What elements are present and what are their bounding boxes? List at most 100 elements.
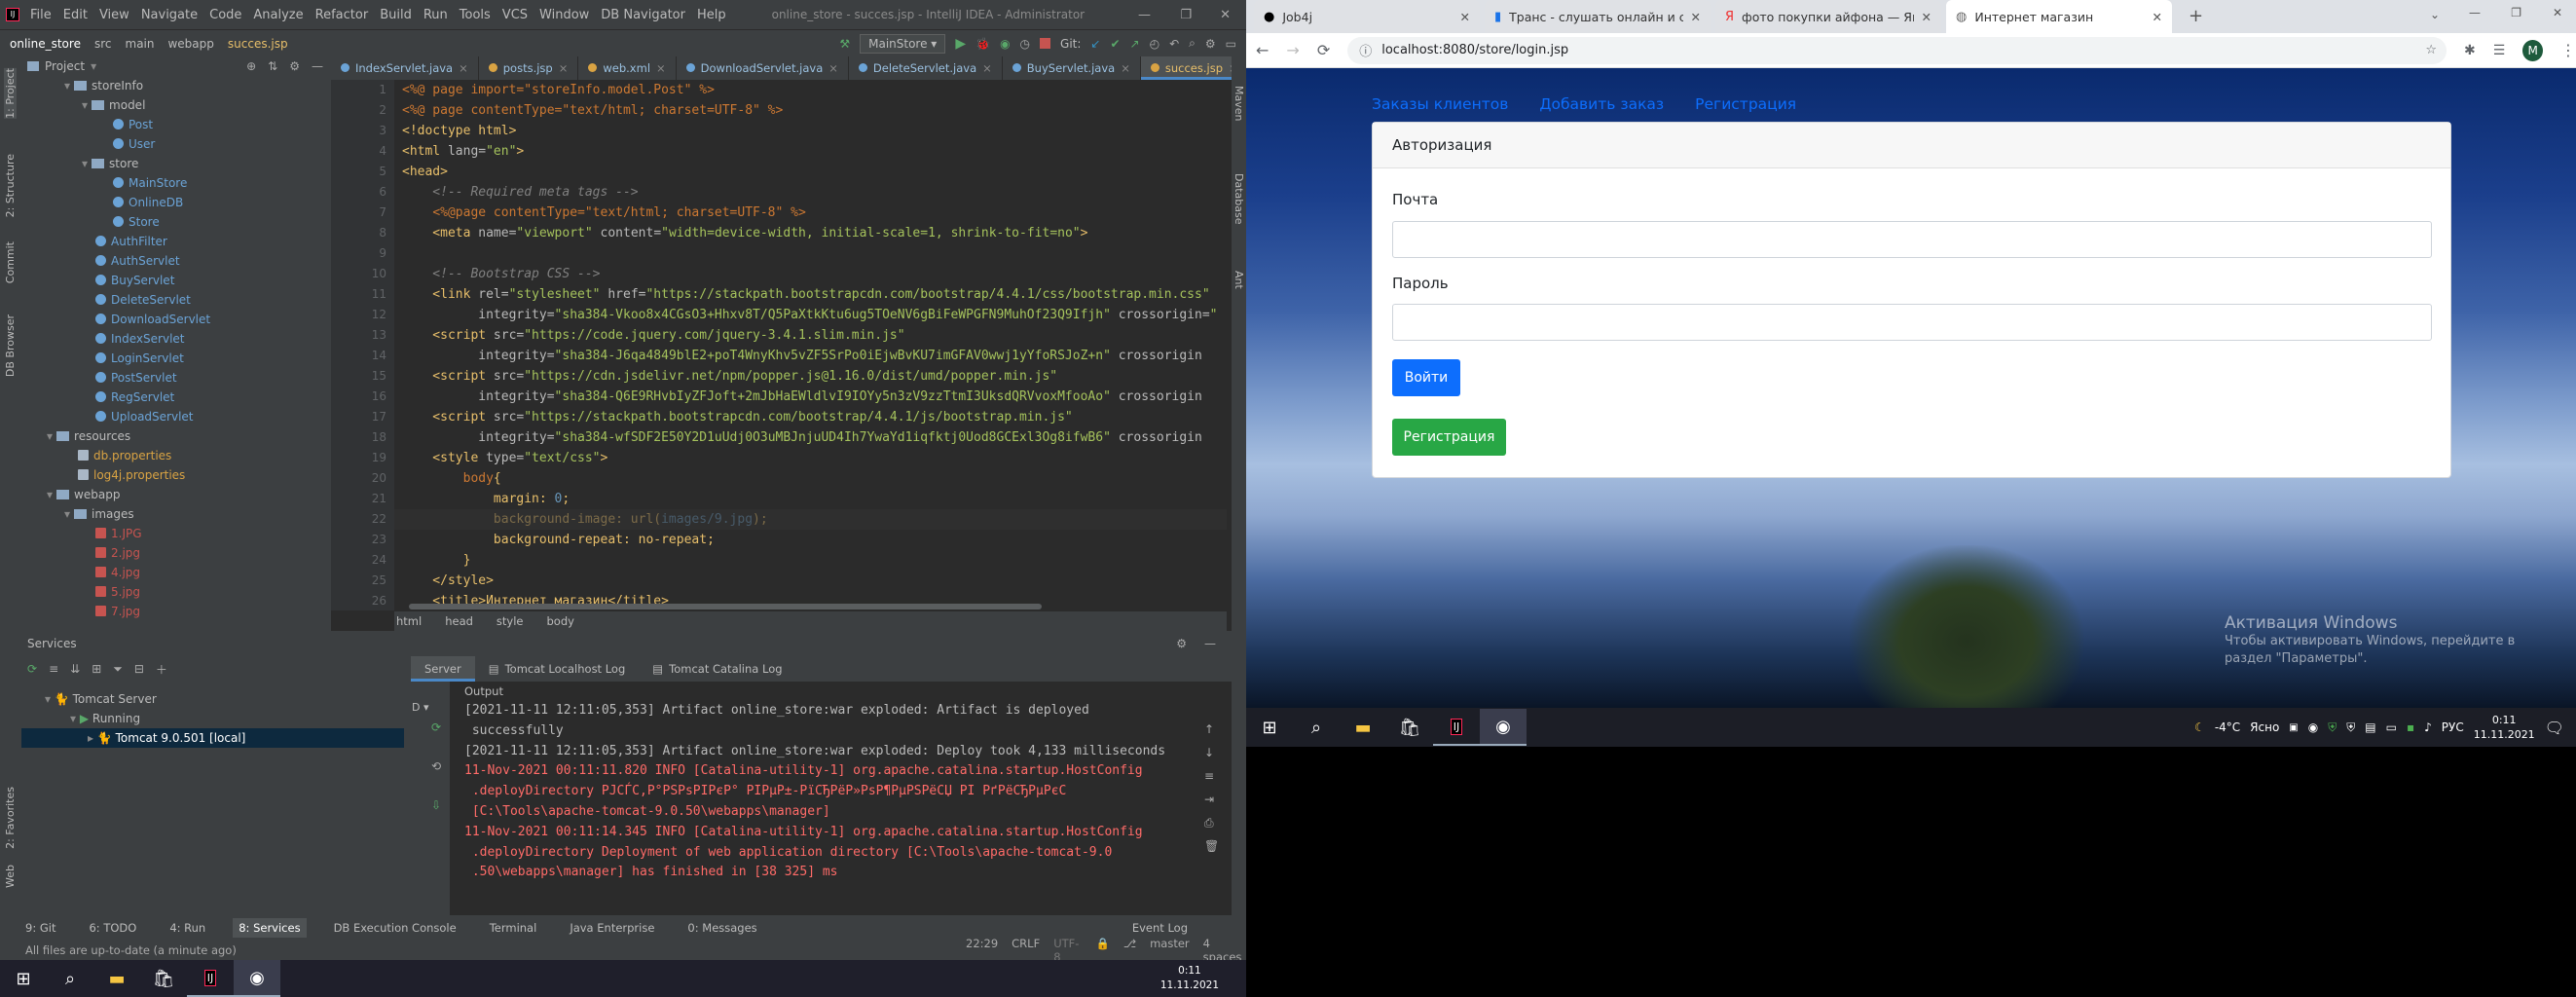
menu-help[interactable]: Help [697,8,726,22]
browser-tab[interactable]: ◍ Интернет магазин ✕ [1946,0,2172,33]
scroll-up-icon[interactable]: ↑ [1204,722,1214,736]
explorer-icon[interactable]: ▬ [93,960,140,997]
stripe-favorites[interactable]: 2: Favorites [4,787,17,849]
nav-orders-link[interactable]: Заказы клиентов [1372,95,1508,113]
code-editor[interactable]: <%@ page import="storeInfo.model.Post" %… [394,80,1227,610]
tray-security-icon[interactable]: ⛨ [2346,720,2355,735]
chrome-icon[interactable]: ◉ [234,960,280,997]
stripe-db-browser[interactable]: DB Browser [4,314,17,377]
refresh-icon[interactable]: ⟳ [27,662,37,676]
tree-item[interactable]: AuthFilter [82,232,167,251]
editor-tab[interactable]: succes.jsp× [1140,56,1232,80]
services-gear-icon[interactable]: ⚙ [1176,637,1187,650]
editor-tab[interactable]: DeleteServlet.java × [849,56,1003,80]
menu-refactor[interactable]: Refactor [315,8,369,22]
console-output[interactable]: [2021-11-11 12:11:05,353] Artifact onlin… [450,701,1185,912]
maximize-icon[interactable]: ❐ [1180,8,1192,22]
tree-item[interactable]: ▾ storeInfo [64,76,143,95]
tool-tab[interactable]: DB Execution Console [328,918,462,938]
chevron-down-icon[interactable]: ▾ [82,98,88,112]
debug-icon[interactable]: 🐞 [975,37,990,51]
code-breadcrumb-item[interactable]: body [547,614,574,628]
tree-item[interactable]: BuyServlet [82,271,174,290]
new-tab-icon[interactable]: + [2189,6,2203,26]
tab-close-icon[interactable]: × [982,61,992,75]
run-icon[interactable]: ▶ [955,36,966,52]
search-icon[interactable]: ⌕ [1293,709,1340,746]
tree-item[interactable]: ▾ store [82,154,138,173]
close-icon[interactable]: ✕ [1220,8,1231,22]
tree-tomcat-instance[interactable]: ▸ 🐈 Tomcat 9.0.501 [local] [21,728,411,748]
breadcrumb-item[interactable]: src [94,37,112,51]
group-icon[interactable]: ⊞ [92,662,101,676]
tab-close-icon[interactable]: ✕ [1460,10,1470,24]
tree-item[interactable]: Post [99,115,153,134]
tool-tab[interactable]: 8: Services [233,918,307,938]
tree-item[interactable]: UploadServlet [82,407,194,426]
chrome-icon[interactable]: ◉ [1480,709,1527,746]
tree-item[interactable]: OnlineDB [99,193,183,212]
login-button[interactable]: Войти [1392,359,1460,396]
tool-tab[interactable]: 9: Git [19,918,61,938]
tool-tab[interactable]: 4: Run [164,918,211,938]
store-icon[interactable]: 🛍 [1386,709,1433,746]
menu-tools[interactable]: Tools [460,8,491,22]
locate-icon[interactable]: ⊕ [246,59,256,73]
chevron-down-icon[interactable]: ▾ [64,507,70,521]
minimize-icon[interactable]: — [1138,8,1151,22]
chevron-down-icon[interactable]: ▾ [47,488,53,501]
tree-item[interactable]: ▾ webapp [47,485,120,504]
gear-icon[interactable]: ⚙ [289,59,300,73]
explorer-icon[interactable]: ▬ [1340,709,1386,746]
menu-db-navigator[interactable]: DB Navigator [601,8,685,22]
clear-icon[interactable]: 🗑 [1204,839,1219,853]
collapse-icon[interactable]: ⇅ [268,59,277,73]
menu-analyze[interactable]: Analyze [253,8,303,22]
coverage-icon[interactable]: ◉ [1000,37,1010,51]
tool-tab[interactable]: Terminal [484,918,543,938]
tab-close-icon[interactable]: × [559,61,569,75]
start-icon[interactable]: ⊞ [1246,709,1293,746]
tray-chrome-icon[interactable]: ◉ [2308,720,2318,734]
tree-item[interactable]: User [99,134,155,154]
editor-tab[interactable]: BuyServlet.java × [1003,56,1141,80]
forward-icon[interactable]: → [1286,41,1299,59]
menu-edit[interactable]: Edit [63,8,88,22]
start-icon[interactable]: ⊞ [0,960,47,997]
tree-tomcat-server[interactable]: ▾ 🐈 Tomcat Server [45,689,157,709]
tree-item[interactable]: 2.jpg [82,543,140,563]
chevron-down-icon[interactable]: ▾ [47,429,53,443]
print-icon[interactable]: ⎙ [1204,816,1214,831]
extensions-icon[interactable]: ✱ [2464,43,2476,58]
browser-tab[interactable]: ▮ Транс - слушать онлайн и с ✕ [1485,0,1711,33]
tab-close-icon[interactable]: × [459,61,468,75]
nav-register-link[interactable]: Регистрация [1695,95,1796,113]
project-label[interactable]: Project [45,59,85,73]
filter-icon[interactable]: ⏷ [113,662,123,677]
hide-icon[interactable]: — [312,59,323,73]
tray-intellij-icon[interactable]: ▣ [2289,722,2298,733]
intellij-icon[interactable]: IJ [1433,709,1480,746]
commit-icon[interactable]: ✔ [1110,37,1120,51]
editor-tab[interactable]: IndexServlet.java × [331,56,479,80]
profile-avatar[interactable]: M [2522,39,2543,61]
menu-file[interactable]: File [30,8,52,22]
menu-run[interactable]: Run [423,8,448,22]
tray-battery-icon[interactable]: ▤ [2365,720,2375,734]
chevron-down-icon[interactable]: ▾ [64,79,70,92]
tab-search-icon[interactable]: ⌄ [2430,8,2440,21]
deploy-tab[interactable]: D ▾ [412,701,429,714]
tree-item[interactable]: ▾ resources [47,426,130,446]
tree-item[interactable]: 7.jpg [82,602,140,621]
stripe-project[interactable]: 1: Project [4,68,17,119]
stripe-maven[interactable]: Maven [1233,86,1245,121]
tree-item[interactable]: log4j.properties [64,465,185,485]
profile-icon[interactable]: ◷ [1020,37,1030,51]
bookmark-star-icon[interactable]: ☆ [2425,43,2437,57]
tab-close-icon[interactable]: × [1121,61,1130,75]
history-icon[interactable]: ◴ [1150,37,1159,51]
add-icon[interactable]: ＋ [156,661,167,678]
tree-item[interactable]: ▾ model [82,95,145,115]
temperature[interactable]: -4°C [2215,720,2240,734]
tab-close-icon[interactable]: ✕ [1691,10,1701,24]
